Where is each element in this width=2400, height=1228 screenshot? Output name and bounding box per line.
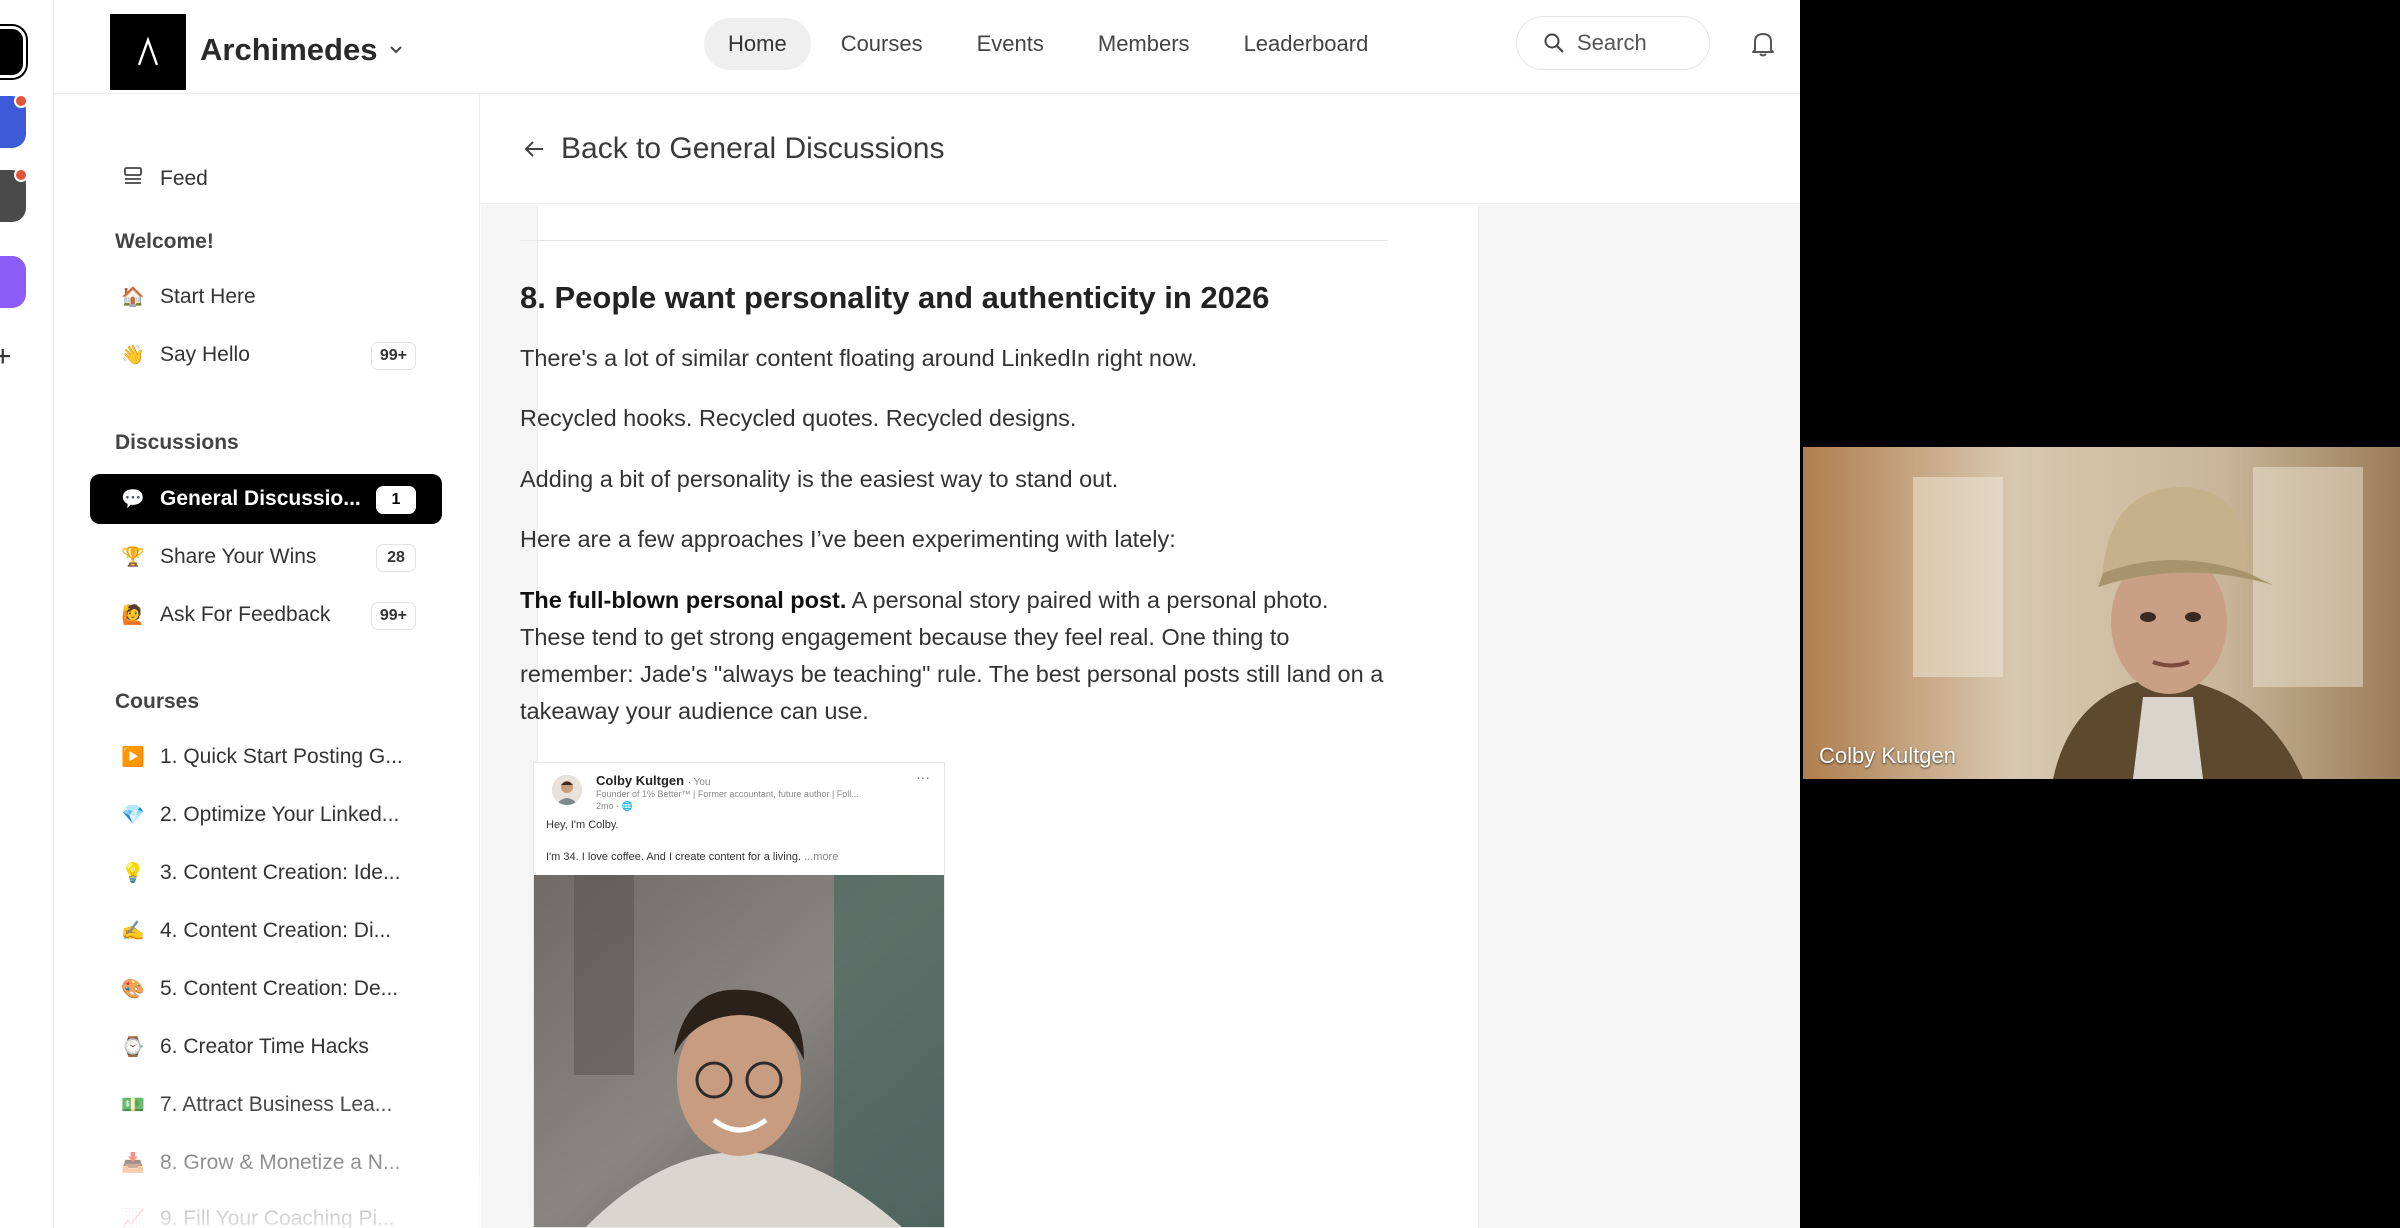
lambda-logo-icon (137, 36, 159, 66)
sidebar-item-label: Ask For Feedback (160, 603, 331, 626)
main-nav: Home Courses Events Members Leaderboard (704, 18, 1392, 70)
sidebar: Feed Welcome! 🏠 Start Here 👋 Say Hello 9… (54, 94, 480, 1228)
post-paragraph: Here are a few approaches I’ve been expe… (520, 526, 1176, 552)
trophy-icon: 🏆 (121, 547, 145, 568)
sidebar-item-start-here[interactable]: 🏠 Start Here (90, 272, 442, 322)
app-rail: + (0, 0, 54, 1228)
embedded-linkedin-post-image[interactable]: Colby Kultgen · You Founder of 1% Better… (533, 762, 945, 1228)
palette-icon: 🎨 (121, 979, 145, 1000)
inbox-icon: 📥 (121, 1153, 145, 1174)
nav-courses[interactable]: Courses (817, 18, 947, 70)
add-community-icon[interactable]: + (0, 340, 12, 374)
post-paragraph: There's a lot of similar content floatin… (520, 345, 1198, 371)
sidebar-item-label: Start Here (160, 285, 256, 308)
linkedin-post-time: 2mo · 🌐 (596, 801, 633, 811)
unread-badge: 1 (376, 486, 416, 514)
sidebar-item-say-hello[interactable]: 👋 Say Hello 99+ (90, 330, 442, 380)
archimedes-app-icon[interactable] (0, 26, 26, 78)
search-label: Search (1577, 30, 1647, 55)
sidebar-item-label: General Discussio... (160, 487, 361, 510)
sidebar-item-label: 7. Attract Business Lea... (160, 1093, 393, 1116)
sidebar-item-course-9[interactable]: 📈 9. Fill Your Coaching Pi... (90, 1194, 442, 1228)
chevron-down-icon[interactable] (388, 42, 404, 58)
nav-leaderboard[interactable]: Leaderboard (1220, 18, 1393, 70)
sidebar-item-feed[interactable]: Feed (90, 154, 442, 204)
linkedin-post-photo (534, 875, 944, 1227)
sidebar-item-course-6[interactable]: ⌚ 6. Creator Time Hacks (90, 1022, 442, 1072)
unread-badge: 99+ (370, 342, 416, 370)
sidebar-item-label: Share Your Wins (160, 545, 317, 568)
community-app-icon-3[interactable] (0, 256, 26, 308)
linkedin-author-name: Colby Kultgen · You (596, 773, 711, 788)
notification-dot-2 (14, 168, 28, 182)
sidebar-item-label: Feed (160, 167, 208, 190)
sidebar-item-label: 4. Content Creation: Di... (160, 919, 392, 942)
speech-bubble-icon: 💬 (121, 489, 145, 510)
unread-badge: 28 (376, 544, 416, 572)
money-icon: 💵 (121, 1095, 145, 1116)
watch-icon: ⌚ (121, 1037, 145, 1058)
writing-hand-icon: ✍️ (121, 921, 145, 942)
video-participant-tile[interactable]: Colby Kultgen (1803, 447, 2400, 779)
house-icon: 🏠 (121, 287, 145, 308)
light-bulb-icon: 💡 (121, 863, 145, 884)
post-section-heading: 8. People want personality and authentic… (520, 280, 1270, 315)
nav-members[interactable]: Members (1074, 18, 1214, 70)
sidebar-item-course-8[interactable]: 📥 8. Grow & Monetize a N... (90, 1138, 442, 1188)
linkedin-avatar (552, 775, 582, 805)
play-button-icon: ▶️ (121, 747, 145, 768)
sidebar-item-label: 9. Fill Your Coaching Pi... (160, 1207, 395, 1228)
nav-home[interactable]: Home (704, 18, 811, 70)
notification-dot (14, 94, 28, 108)
bold-lead: The full-blown personal post. (520, 587, 847, 613)
section-heading-courses: Courses (115, 690, 200, 713)
gem-icon: 💎 (121, 805, 145, 826)
sidebar-item-label: 2. Optimize Your Linked... (160, 803, 400, 826)
linkedin-post-line: I'm 34. I love coffee. And I create cont… (546, 851, 839, 863)
section-heading-discussions: Discussions (115, 431, 239, 454)
unread-badge: 99+ (370, 602, 416, 630)
sidebar-item-course-3[interactable]: 💡 3. Content Creation: Ide... (90, 848, 442, 898)
top-header: Archimedes Home Courses Events Members L… (54, 0, 1800, 94)
post-paragraph-personal-post: The full-blown personal post. A personal… (520, 582, 1390, 730)
bell-icon[interactable] (1750, 30, 1776, 58)
raised-hand-icon: 🙋 (121, 605, 145, 626)
section-heading-welcome: Welcome! (115, 230, 214, 253)
post-divider (520, 240, 1388, 241)
search-icon (1544, 33, 1564, 53)
sidebar-item-course-5[interactable]: 🎨 5. Content Creation: De... (90, 964, 442, 1014)
feed-icon (120, 165, 146, 193)
sidebar-item-label: 6. Creator Time Hacks (160, 1035, 369, 1058)
sidebar-item-label: Say Hello (160, 343, 250, 366)
sidebar-item-general-discussions[interactable]: 💬 General Discussio... 1 (90, 474, 442, 524)
sidebar-item-label: 3. Content Creation: Ide... (160, 861, 401, 884)
sidebar-item-label: 1. Quick Start Posting G... (160, 745, 403, 768)
post-paragraph: Adding a bit of personality is the easie… (520, 466, 1119, 492)
sidebar-item-share-your-wins[interactable]: 🏆 Share Your Wins 28 (90, 532, 442, 582)
arrow-left-icon[interactable] (523, 138, 545, 160)
nav-events[interactable]: Events (953, 18, 1068, 70)
chart-icon: 📈 (121, 1209, 145, 1228)
community-name[interactable]: Archimedes (200, 32, 377, 68)
back-link[interactable]: Back to General Discussions (561, 132, 945, 166)
wave-icon: 👋 (121, 345, 145, 366)
back-bar: Back to General Discussions (481, 94, 1800, 204)
sidebar-item-course-2[interactable]: 💎 2. Optimize Your Linked... (90, 790, 442, 840)
sidebar-item-label: 5. Content Creation: De... (160, 977, 399, 1000)
sidebar-item-course-1[interactable]: ▶️ 1. Quick Start Posting G... (90, 732, 442, 782)
linkedin-author-headline: Founder of 1% Better™ | Former accountan… (596, 789, 859, 799)
sidebar-item-label: 8. Grow & Monetize a N... (160, 1151, 401, 1174)
sidebar-item-course-7[interactable]: 💵 7. Attract Business Lea... (90, 1080, 442, 1130)
post-paragraph: Recycled hooks. Recycled quotes. Recycle… (520, 405, 1077, 431)
sidebar-item-course-4[interactable]: ✍️ 4. Content Creation: Di... (90, 906, 442, 956)
participant-name-label: Colby Kultgen (1819, 743, 1956, 768)
community-logo[interactable] (110, 14, 186, 90)
search-button[interactable]: Search (1516, 16, 1710, 70)
sidebar-item-ask-for-feedback[interactable]: 🙋 Ask For Feedback 99+ (90, 590, 442, 640)
participant-video-feed (1803, 447, 2400, 779)
more-options-icon: ··· (916, 769, 930, 785)
linkedin-post-line: Hey, I'm Colby. (546, 819, 619, 831)
